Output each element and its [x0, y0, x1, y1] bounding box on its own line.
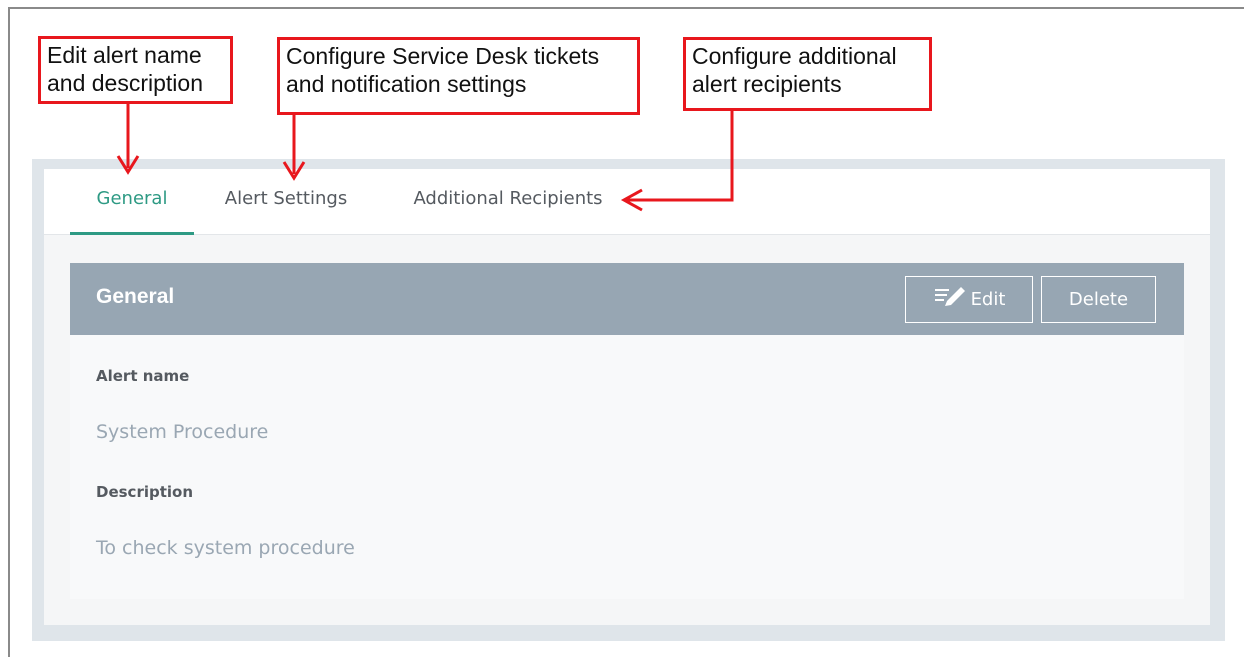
- alert-name-value: System Procedure: [96, 421, 269, 443]
- section-title: General: [96, 285, 175, 308]
- delete-button[interactable]: Delete: [1041, 276, 1156, 323]
- tab-bar: General Alert Settings Additional Recipi…: [44, 169, 1210, 235]
- tab-general[interactable]: General: [70, 169, 194, 235]
- callout-edit-general: Edit alert name and description: [38, 36, 233, 104]
- alert-name-label: Alert name: [96, 367, 190, 385]
- description-value: To check system procedure: [96, 537, 355, 559]
- edit-pencil-icon: [933, 284, 967, 315]
- callout-line: and description: [47, 70, 203, 96]
- callout-line: alert recipients: [692, 71, 842, 97]
- edit-button-label: Edit: [970, 289, 1006, 310]
- callout-alert-settings: Configure Service Desk tickets and notif…: [277, 37, 640, 115]
- panel-body: General Alert Settings Additional Recipi…: [44, 169, 1210, 625]
- callout-line: Configure additional: [692, 43, 897, 69]
- description-label: Description: [96, 483, 194, 501]
- alert-details-panel: General Alert Settings Additional Recipi…: [32, 159, 1225, 641]
- tab-alert-settings[interactable]: Alert Settings: [210, 169, 362, 235]
- callout-additional-recipients: Configure additional alert recipients: [683, 37, 932, 111]
- callout-line: Edit alert name: [47, 42, 202, 68]
- callout-line: and notification settings: [286, 71, 527, 97]
- edit-button[interactable]: Edit: [905, 276, 1033, 323]
- card-header: General Edit Delete: [70, 263, 1184, 335]
- callout-line: Configure Service Desk tickets: [286, 43, 600, 69]
- general-card: General Edit Delete Alert name System Pr…: [70, 263, 1184, 599]
- tab-additional-recipients[interactable]: Additional Recipients: [396, 169, 620, 235]
